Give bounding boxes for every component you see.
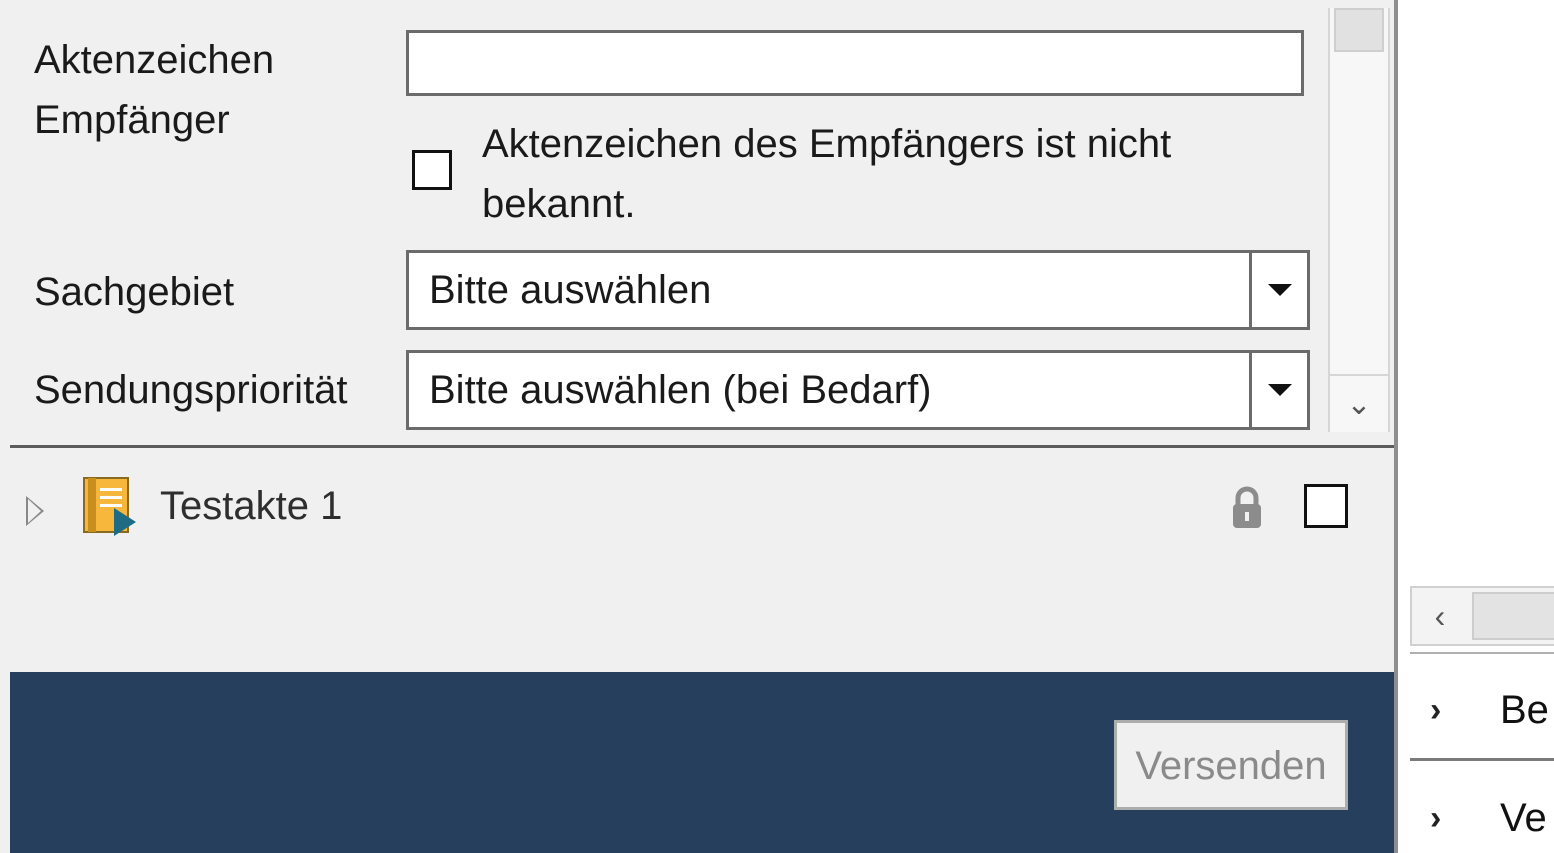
divider: [1410, 652, 1554, 654]
footer-bar: Versenden: [10, 672, 1394, 853]
prioritaet-label: Sendungspriorität: [34, 368, 348, 412]
divider: [1410, 758, 1554, 761]
right-panel-row-label: Be: [1500, 688, 1549, 732]
right-panel-row-label: Ve: [1500, 796, 1547, 840]
scroll-left-icon[interactable]: ‹: [1412, 588, 1468, 644]
right-panel: ‹ › Be › Ve: [1394, 0, 1554, 853]
right-panel-row[interactable]: › Be: [1410, 668, 1554, 752]
aktenzeichen-label: Aktenzeichen Empfänger: [34, 38, 275, 142]
left-panel: Aktenzeichen Empfänger Aktenzeichen des …: [10, 8, 1394, 853]
aktenzeichen-input[interactable]: [406, 30, 1304, 96]
horizontal-scrollbar[interactable]: ‹: [1410, 586, 1554, 646]
scroll-down-icon[interactable]: ⌄: [1330, 374, 1388, 432]
akte-item-label[interactable]: Testakte 1: [160, 476, 342, 536]
prioritaet-select[interactable]: Bitte auswählen (bei Bedarf): [406, 350, 1310, 430]
prioritaet-select-value: Bitte auswählen (bei Bedarf): [429, 368, 932, 412]
chevron-down-icon[interactable]: [1249, 353, 1307, 427]
lock-icon: [1233, 486, 1261, 528]
chevron-right-icon: ›: [1430, 691, 1442, 729]
aktenzeichen-unknown-label[interactable]: Aktenzeichen des Empfängers ist nicht be…: [482, 114, 1282, 234]
aktenzeichen-unknown-checkbox[interactable]: [412, 150, 452, 190]
akte-tree: Testakte 1: [10, 448, 1394, 672]
sachgebiet-select-value: Bitte auswählen: [429, 268, 712, 312]
chevron-right-icon: ›: [1430, 799, 1442, 837]
akte-select-checkbox[interactable]: [1304, 484, 1348, 528]
form-vertical-scrollbar[interactable]: ⌄: [1328, 8, 1390, 432]
scrollbar-thumb[interactable]: [1472, 592, 1554, 640]
file-folder-icon: [83, 477, 136, 536]
sachgebiet-label: Sachgebiet: [34, 270, 235, 314]
send-button[interactable]: Versenden: [1114, 720, 1348, 810]
recipient-form: Aktenzeichen Empfänger Aktenzeichen des …: [10, 8, 1394, 448]
right-panel-row[interactable]: › Ve: [1410, 776, 1554, 853]
scrollbar-thumb[interactable]: [1334, 8, 1384, 52]
expand-triangle-icon[interactable]: [26, 496, 44, 526]
sachgebiet-select[interactable]: Bitte auswählen: [406, 250, 1310, 330]
chevron-down-icon[interactable]: [1249, 253, 1307, 327]
